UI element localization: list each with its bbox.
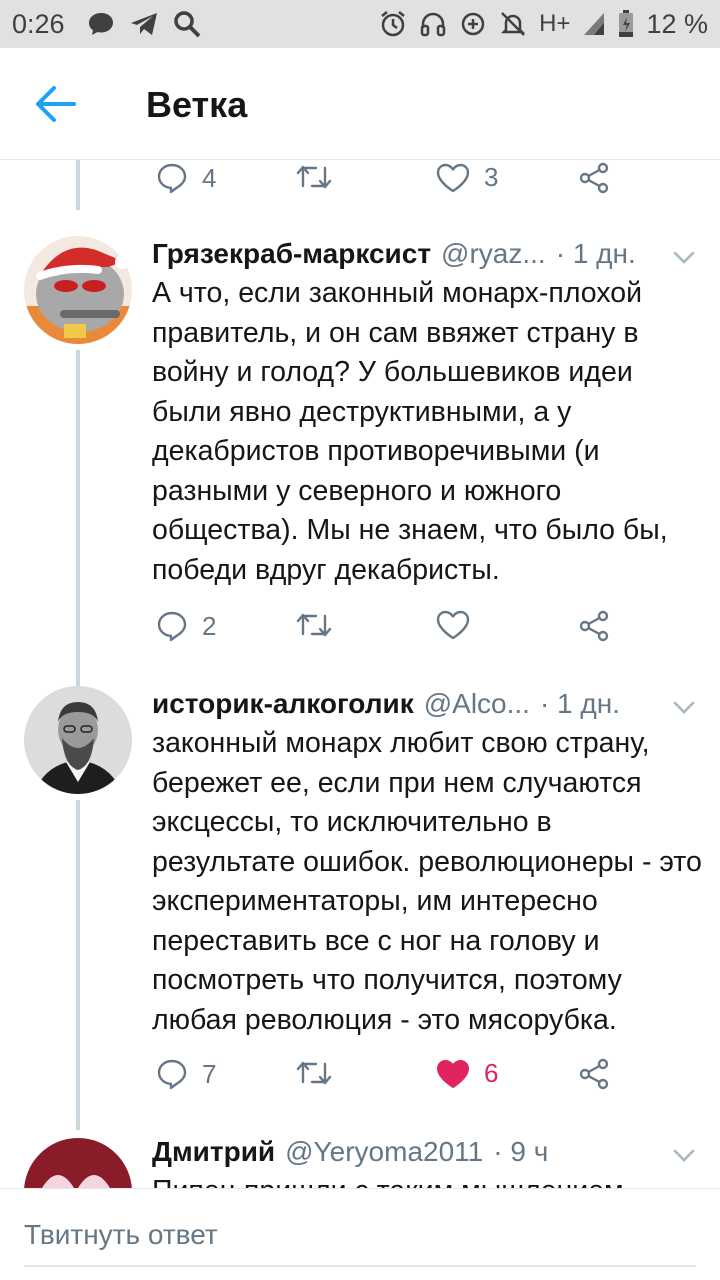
reply-count: 4 <box>202 162 217 193</box>
author-name[interactable]: историк-алкоголик <box>152 688 414 720</box>
like-count: 3 <box>484 162 499 192</box>
tweet-header: Грязекраб-марксист @ryaz... · 1 дн. <box>152 238 690 270</box>
signal-icon <box>582 11 606 37</box>
tweet-menu-button[interactable] <box>672 1148 696 1164</box>
share-icon <box>579 1058 609 1090</box>
headphones-icon <box>419 10 447 38</box>
avatar-image <box>24 1138 132 1188</box>
like-count: 6 <box>484 1058 499 1088</box>
avatar-image <box>24 236 132 344</box>
telegram-icon <box>129 11 159 37</box>
tweet-time[interactable]: · 1 дн. <box>540 688 620 720</box>
reply-count: 7 <box>202 1058 217 1089</box>
reply-count: 2 <box>202 610 217 641</box>
reply-input[interactable]: Твитнуть ответ <box>24 1219 218 1251</box>
tweet-header: историк-алкоголик @Alco... · 1 дн. <box>152 688 690 720</box>
avatar-image <box>24 686 132 794</box>
reply-button[interactable]: 4 <box>156 162 216 194</box>
thread-connector <box>76 800 80 1130</box>
tweet-text: Пипец пришли с таким мышлением <box>152 1172 702 1188</box>
heart-outline-icon <box>436 610 470 640</box>
author-name[interactable]: Дмитрий <box>152 1136 275 1168</box>
battery-percent: 12 % <box>646 8 708 39</box>
chat-bubble-icon <box>87 11 115 37</box>
status-time: 0:26 <box>12 8 65 39</box>
app-header: Ветка <box>0 48 720 160</box>
tweet-menu-button[interactable] <box>672 700 696 716</box>
author-handle[interactable]: @ryaz... <box>441 238 546 270</box>
thread-list[interactable]: 4 3 Грязекраб-марксист @ryaz... · 1 дн. … <box>0 160 720 1188</box>
retweet-button[interactable] <box>296 610 332 640</box>
tweet-time[interactable]: · 9 ч <box>493 1136 548 1168</box>
tweet-text: А что, если законный монарх-плохой прави… <box>152 277 668 586</box>
share-icon <box>579 162 609 194</box>
mute-icon <box>499 10 527 38</box>
share-button[interactable] <box>578 610 610 642</box>
tweet-time[interactable]: · 1 дн. <box>556 238 636 270</box>
tweet-text: законный монарх любит свою страну, береж… <box>152 727 702 1036</box>
avatar[interactable] <box>24 686 132 794</box>
reply-icon <box>157 611 187 642</box>
chevron-down-icon <box>673 701 695 714</box>
reply-icon <box>157 1059 187 1090</box>
retweet-button[interactable] <box>296 162 332 192</box>
page-title: Ветка <box>146 84 248 125</box>
retweet-icon <box>296 1061 332 1085</box>
reply-button[interactable]: 2 <box>156 610 216 642</box>
share-icon <box>579 610 609 642</box>
reply-icon <box>157 163 187 194</box>
like-button[interactable]: 6 <box>436 1058 498 1089</box>
author-handle[interactable]: @Yeryoma2011 <box>285 1136 483 1168</box>
share-button[interactable] <box>578 162 610 194</box>
reply-input-underline <box>24 1265 696 1267</box>
author-handle[interactable]: @Alco... <box>424 688 530 720</box>
back-button[interactable] <box>34 84 78 124</box>
thread-connector <box>76 160 80 210</box>
reply-button[interactable]: 7 <box>156 1058 216 1090</box>
heart-outline-icon <box>436 163 470 192</box>
thread-connector <box>76 350 80 690</box>
reply-composer: Твитнуть ответ <box>0 1188 720 1280</box>
battery-icon <box>618 10 634 38</box>
chevron-down-icon <box>673 251 695 264</box>
status-bar: 0:26 H+ 12 % <box>0 0 720 48</box>
heart-filled-icon <box>437 1059 469 1088</box>
retweet-button[interactable] <box>296 1058 332 1088</box>
search-icon <box>173 10 201 38</box>
avatar[interactable] <box>24 1138 132 1188</box>
author-name[interactable]: Грязекраб-марксист <box>152 238 431 270</box>
arrow-left-icon <box>36 86 76 122</box>
share-button[interactable] <box>578 1058 610 1090</box>
retweet-icon <box>296 613 332 637</box>
alarm-icon <box>379 10 407 38</box>
tweet-header: Дмитрий @Yeryoma2011 · 9 ч <box>152 1136 690 1168</box>
like-button[interactable]: 3 <box>436 162 498 193</box>
chevron-down-icon <box>673 1149 695 1162</box>
like-button[interactable] <box>436 610 470 640</box>
retweet-icon <box>296 165 332 189</box>
avatar[interactable] <box>24 236 132 344</box>
data-saver-icon <box>459 10 487 38</box>
tweet-menu-button[interactable] <box>672 250 696 266</box>
network-type: H+ <box>539 10 571 37</box>
